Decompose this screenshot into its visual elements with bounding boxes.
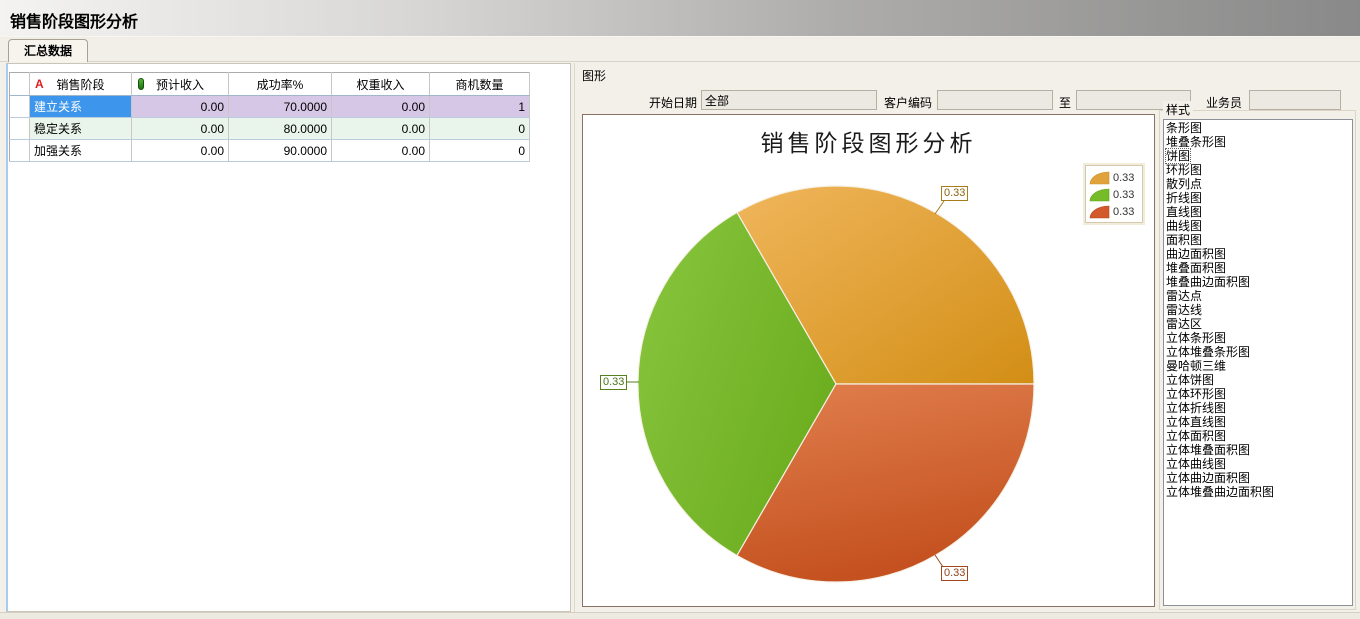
cell-expected[interactable]: 0.00 xyxy=(132,96,229,118)
column-header-success[interactable]: 成功率% xyxy=(229,73,332,96)
style-option[interactable]: 立体饼图 xyxy=(1166,374,1352,388)
style-option[interactable]: 曲线图 xyxy=(1166,220,1352,234)
style-option[interactable]: 堆叠条形图 xyxy=(1166,136,1352,150)
column-header-count[interactable]: 商机数量 xyxy=(430,73,530,96)
legend-swatch-orange-icon xyxy=(1089,171,1110,185)
panel-splitter[interactable] xyxy=(574,63,575,612)
chart-legend: 0.33 0.33 0.33 xyxy=(1085,165,1143,223)
style-option[interactable]: 立体堆叠面积图 xyxy=(1166,444,1352,458)
customer-code-label: 客户编码 xyxy=(884,94,934,111)
style-option[interactable]: 立体堆叠曲边面积图 xyxy=(1166,486,1352,500)
slice-value-label: 0.33 xyxy=(941,566,968,581)
pie-chart xyxy=(583,115,1156,608)
salesman-input[interactable] xyxy=(1249,90,1341,110)
style-option[interactable]: 立体折线图 xyxy=(1166,402,1352,416)
style-option[interactable]: 雷达点 xyxy=(1166,290,1352,304)
style-option[interactable]: 雷达线 xyxy=(1166,304,1352,318)
salesman-label: 业务员 xyxy=(1206,94,1246,111)
legend-swatch-green-icon xyxy=(1089,188,1110,202)
chart-style-listbox[interactable]: 条形图堆叠条形图饼图环形图散列点折线图直线图曲线图面积图曲边面积图堆叠面积图堆叠… xyxy=(1163,119,1353,606)
table-row[interactable]: 稳定关系 0.00 80.0000 0.00 0 xyxy=(10,118,530,140)
column-header-expected[interactable]: 预计收入 xyxy=(132,73,229,96)
window-titlebar: 销售阶段图形分析 xyxy=(0,0,1360,37)
style-option[interactable]: 立体曲边面积图 xyxy=(1166,472,1352,486)
start-date-input[interactable] xyxy=(701,90,877,110)
customer-code-from-input[interactable] xyxy=(937,90,1053,110)
row-selector-cell[interactable] xyxy=(10,96,30,118)
style-option[interactable]: 条形图 xyxy=(1166,122,1352,136)
pie-chart-area: 销售阶段图形分析 0.33 0.33 0.33 0.33 xyxy=(582,114,1155,607)
tab-strip: 汇总数据 xyxy=(0,38,1360,62)
cell-expected[interactable]: 0.00 xyxy=(132,140,229,162)
cell-success[interactable]: 90.0000 xyxy=(229,140,332,162)
cell-count[interactable]: 0 xyxy=(430,118,530,140)
cell-success[interactable]: 80.0000 xyxy=(229,118,332,140)
style-option[interactable]: 立体条形图 xyxy=(1166,332,1352,346)
summary-grid-panel: A 销售阶段 预计收入 成功率% 权重收入 商机数量 建立关系 0.00 70.… xyxy=(6,63,571,612)
style-option[interactable]: 环形图 xyxy=(1166,164,1352,178)
cell-count[interactable]: 0 xyxy=(430,140,530,162)
style-option[interactable]: 立体堆叠条形图 xyxy=(1166,346,1352,360)
style-option[interactable]: 散列点 xyxy=(1166,178,1352,192)
bottom-margin xyxy=(0,612,1360,619)
cell-success[interactable]: 70.0000 xyxy=(229,96,332,118)
cell-count[interactable]: 1 xyxy=(430,96,530,118)
style-option[interactable]: 雷达区 xyxy=(1166,318,1352,332)
start-date-label: 开始日期 xyxy=(640,94,697,111)
cell-stage[interactable]: 稳定关系 xyxy=(30,118,132,140)
sales-stage-table: A 销售阶段 预计收入 成功率% 权重收入 商机数量 建立关系 0.00 70.… xyxy=(9,72,530,162)
tab-summary-data[interactable]: 汇总数据 xyxy=(8,39,88,62)
style-option[interactable]: 立体环形图 xyxy=(1166,388,1352,402)
cell-expected[interactable]: 0.00 xyxy=(132,118,229,140)
to-label: 至 xyxy=(1059,94,1073,111)
style-option[interactable]: 折线图 xyxy=(1166,192,1352,206)
legend-entry: 0.33 xyxy=(1089,186,1139,203)
style-group-title: 样式 xyxy=(1163,101,1193,118)
style-option[interactable]: 直线图 xyxy=(1166,206,1352,220)
legend-entry: 0.33 xyxy=(1089,169,1139,186)
row-selector-cell[interactable] xyxy=(10,118,30,140)
slice-value-label: 0.33 xyxy=(941,186,968,201)
table-header-row: A 销售阶段 预计收入 成功率% 权重收入 商机数量 xyxy=(10,73,530,96)
row-selector-header[interactable] xyxy=(10,73,30,96)
cell-weighted[interactable]: 0.00 xyxy=(332,96,430,118)
cell-stage[interactable]: 加强关系 xyxy=(30,140,132,162)
style-option[interactable]: 堆叠曲边面积图 xyxy=(1166,276,1352,290)
row-selector-cell[interactable] xyxy=(10,140,30,162)
style-option[interactable]: 立体曲线图 xyxy=(1166,458,1352,472)
page-title: 销售阶段图形分析 xyxy=(10,8,138,32)
graph-panel-title: 图形 xyxy=(582,67,606,84)
style-option[interactable]: 饼图 xyxy=(1166,150,1352,164)
column-header-weighted[interactable]: 权重收入 xyxy=(332,73,430,96)
style-option[interactable]: 面积图 xyxy=(1166,234,1352,248)
style-option[interactable]: 曲边面积图 xyxy=(1166,248,1352,262)
table-row[interactable]: 加强关系 0.00 90.0000 0.00 0 xyxy=(10,140,530,162)
style-option[interactable]: 堆叠面积图 xyxy=(1166,262,1352,276)
style-option[interactable]: 立体直线图 xyxy=(1166,416,1352,430)
cell-weighted[interactable]: 0.00 xyxy=(332,140,430,162)
style-option[interactable]: 曼哈顿三维 xyxy=(1166,360,1352,374)
filter-capsule-icon xyxy=(138,78,144,90)
leader-line-orange xyxy=(935,201,944,214)
legend-entry: 0.33 xyxy=(1089,203,1139,220)
style-option[interactable]: 立体面积图 xyxy=(1166,430,1352,444)
slice-value-label: 0.33 xyxy=(600,375,627,390)
sort-a-icon: A xyxy=(35,77,44,91)
column-header-stage[interactable]: A 销售阶段 xyxy=(30,73,132,96)
legend-swatch-red-icon xyxy=(1089,205,1110,219)
cell-stage[interactable]: 建立关系 xyxy=(30,96,132,118)
table-row[interactable]: 建立关系 0.00 70.0000 0.00 1 xyxy=(10,96,530,118)
cell-weighted[interactable]: 0.00 xyxy=(332,118,430,140)
